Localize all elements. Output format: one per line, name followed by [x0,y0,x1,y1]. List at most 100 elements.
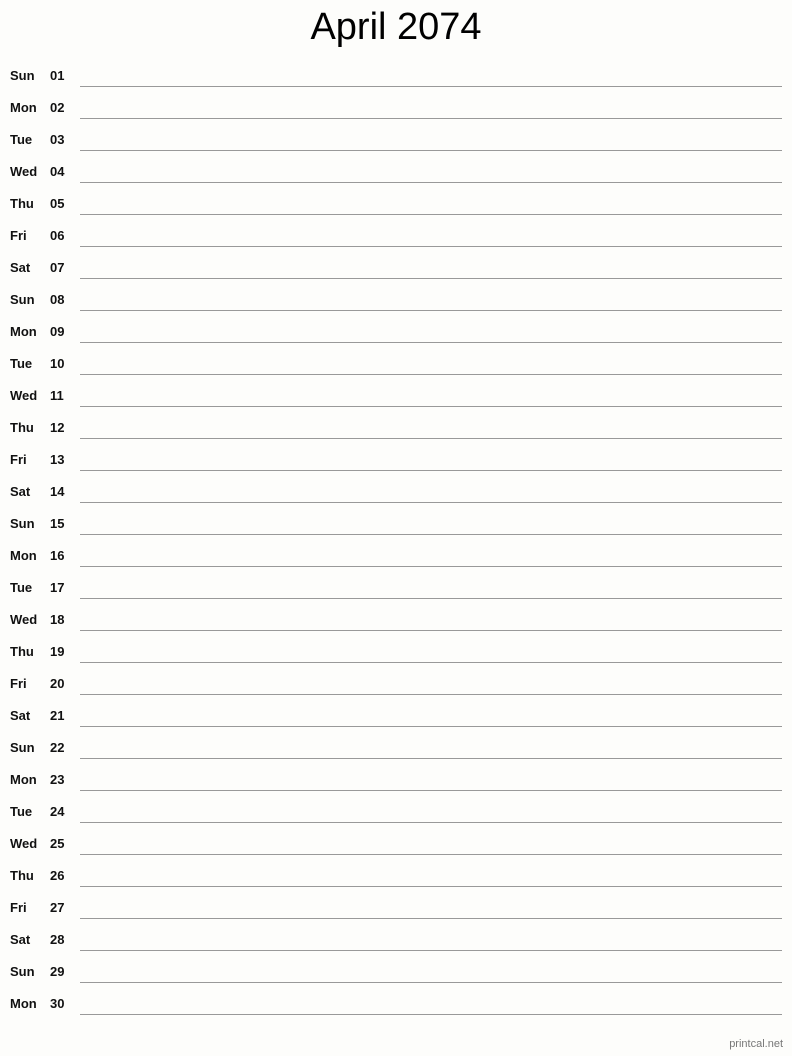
day-of-week: Wed [10,388,38,403]
writing-line [80,150,782,151]
day-row: Tue 17 [0,570,792,602]
writing-line [80,310,782,311]
day-number: 12 [50,420,65,435]
day-row: Sat 21 [0,698,792,730]
day-of-week: Sat [10,484,31,499]
day-of-week: Fri [10,676,27,691]
day-of-week: Mon [10,100,37,115]
day-of-week: Sat [10,260,31,275]
day-of-week: Sun [10,68,35,83]
day-row: Thu 05 [0,186,792,218]
writing-line [80,278,782,279]
day-row: Thu 26 [0,858,792,890]
writing-line [80,502,782,503]
day-row: Wed 18 [0,602,792,634]
day-of-week: Sun [10,292,35,307]
day-number: 09 [50,324,65,339]
day-number: 14 [50,484,65,499]
writing-line [80,662,782,663]
day-of-week: Wed [10,836,38,851]
day-number: 21 [50,708,65,723]
day-of-week: Sat [10,932,31,947]
writing-line [80,694,782,695]
footer-credit: printcal.net [729,1038,783,1050]
day-row: Fri 20 [0,666,792,698]
writing-line [80,342,782,343]
day-number: 15 [50,516,65,531]
day-of-week: Tue [10,580,33,595]
day-number: 25 [50,836,65,851]
day-row: Tue 10 [0,346,792,378]
day-row: Fri 06 [0,218,792,250]
day-of-week: Wed [10,164,38,179]
day-of-week: Sun [10,516,35,531]
day-of-week: Sat [10,708,31,723]
writing-line [80,758,782,759]
day-of-week: Mon [10,772,37,787]
day-of-week: Mon [10,548,37,563]
writing-line [80,86,782,87]
day-number: 16 [50,548,65,563]
day-of-week: Thu [10,868,34,883]
day-row: Mon 16 [0,538,792,570]
day-row: Thu 12 [0,410,792,442]
writing-line [80,406,782,407]
day-number: 22 [50,740,65,755]
day-number: 18 [50,612,65,627]
day-number: 17 [50,580,65,595]
day-number: 05 [50,196,65,211]
writing-line [80,886,782,887]
day-row: Sun 22 [0,730,792,762]
day-of-week: Mon [10,996,37,1011]
day-number: 20 [50,676,65,691]
day-list: Sun 01 Mon 02 Tue 03 Wed 04 Thu 05 Fri 06 Sat 07 Sun 08… [0,58,792,1018]
day-row: Mon 02 [0,90,792,122]
day-of-week: Thu [10,196,34,211]
day-number: 27 [50,900,65,915]
writing-line [80,630,782,631]
day-row: Tue 03 [0,122,792,154]
day-row: Thu 19 [0,634,792,666]
writing-line [80,246,782,247]
writing-line [80,438,782,439]
writing-line [80,182,782,183]
day-of-week: Tue [10,132,33,147]
day-of-week: Mon [10,324,37,339]
day-row: Tue 24 [0,794,792,826]
day-row: Sat 07 [0,250,792,282]
writing-line [80,918,782,919]
day-of-week: Fri [10,452,27,467]
day-number: 01 [50,68,65,83]
day-number: 07 [50,260,65,275]
writing-line [80,982,782,983]
day-row: Wed 04 [0,154,792,186]
day-number: 03 [50,132,65,147]
day-number: 24 [50,804,65,819]
day-of-week: Wed [10,612,38,627]
day-of-week: Thu [10,420,34,435]
day-row: Sun 01 [0,58,792,90]
day-of-week: Sun [10,740,35,755]
day-number: 19 [50,644,65,659]
day-number: 30 [50,996,65,1011]
day-number: 06 [50,228,65,243]
writing-line [80,566,782,567]
day-row: Sun 29 [0,954,792,986]
writing-line [80,726,782,727]
day-of-week: Fri [10,228,27,243]
day-number: 04 [50,164,65,179]
page-title: April 2074 [310,6,482,48]
writing-line [80,598,782,599]
writing-line [80,470,782,471]
writing-line [80,118,782,119]
day-number: 23 [50,772,65,787]
day-row: Sat 14 [0,474,792,506]
day-row: Mon 09 [0,314,792,346]
day-row: Sun 08 [0,282,792,314]
day-of-week: Thu [10,644,34,659]
writing-line [80,950,782,951]
day-row: Sat 28 [0,922,792,954]
day-number: 10 [50,356,65,371]
writing-line [80,822,782,823]
writing-line [80,214,782,215]
